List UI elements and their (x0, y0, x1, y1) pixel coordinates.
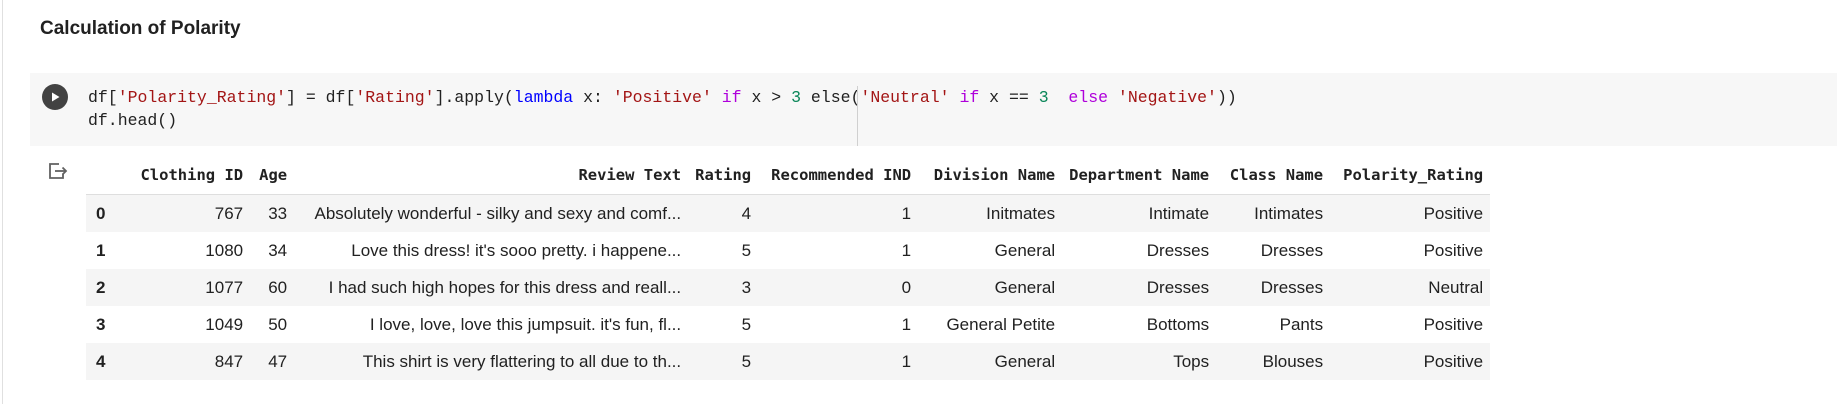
table-cell: 1077 (205, 277, 244, 297)
table-cell: I had such high hopes for this dress and… (328, 277, 682, 297)
table-cell: 5 (741, 314, 752, 334)
table-cell: 4 (741, 203, 752, 223)
table-cell: 33 (268, 203, 288, 223)
table-cell: Bottoms (1146, 314, 1210, 334)
table-cell: 1 (901, 203, 912, 223)
table-cell: 60 (268, 277, 288, 297)
table-row: 3 1049 50 I love, love, love this jumpsu… (86, 306, 1491, 343)
table-cell: 5 (741, 351, 752, 371)
dataframe-output-table: Clothing ID Age Review Text Rating Recom… (86, 156, 1491, 380)
table-cell: 47 (268, 351, 288, 371)
table-cell: Intimates (1254, 203, 1324, 223)
table-cell: General (994, 351, 1056, 371)
table-cell: 1 (901, 314, 912, 334)
column-header: Rating (688, 156, 759, 195)
column-header: Recommended IND (758, 156, 919, 195)
play-icon (52, 92, 60, 102)
code-editor[interactable]: df['Polarity_Rating'] = df['Rating'].app… (88, 86, 1237, 132)
table-cell: Positive (1423, 240, 1484, 260)
table-row: 2 1077 60 I had such high hopes for this… (86, 269, 1491, 306)
column-header: Department Name (1062, 156, 1217, 195)
table-cell: 847 (214, 351, 244, 371)
table-cell: This shirt is very flattering to all due… (362, 351, 682, 371)
table-cell: 767 (214, 203, 244, 223)
column-header: Review Text (294, 156, 689, 195)
column-header: Clothing ID (133, 156, 251, 195)
table-cell: Positive (1423, 351, 1484, 371)
table-cell: Tops (1173, 351, 1210, 371)
row-index: 1 (96, 240, 106, 260)
row-index: 2 (96, 277, 106, 297)
column-header: Age (250, 156, 295, 195)
table-row: 0 767 33 Absolutely wonderful - silky an… (86, 194, 1491, 232)
row-index: 3 (96, 314, 106, 334)
table-cell: General Petite (946, 314, 1056, 334)
table-cell: 5 (741, 240, 752, 260)
table-cell: 1049 (205, 314, 244, 334)
table-cell: I love, love, love this jumpsuit. it's f… (369, 314, 682, 334)
table-row: 1 1080 34 Love this dress! it's sooo pre… (86, 232, 1491, 269)
table-cell: 1 (901, 351, 912, 371)
table-cell: Dresses (1146, 277, 1210, 297)
table-cell: Dresses (1146, 240, 1210, 260)
column-header: Polarity_Rating (1330, 156, 1491, 195)
table-cell: Love this dress! it's sooo pretty. i hap… (351, 240, 682, 260)
table-cell: 3 (741, 277, 752, 297)
table-cell: 1080 (205, 240, 244, 260)
section-heading: Calculation of Polarity (40, 18, 241, 39)
text-cursor (857, 86, 858, 146)
code-line-1: df['Polarity_Rating'] = df['Rating'].app… (88, 88, 1237, 107)
table-cell: General (994, 277, 1056, 297)
table-cell: Positive (1423, 203, 1484, 223)
output-redirect-icon[interactable] (47, 160, 69, 182)
table-cell: Intimate (1148, 203, 1210, 223)
table-cell: Blouses (1262, 351, 1324, 371)
table-cell: 50 (268, 314, 288, 334)
table-cell: 34 (268, 240, 288, 260)
table-cell: Positive (1423, 314, 1484, 334)
table-cell: Pants (1279, 314, 1324, 334)
table-cell: Initmates (986, 203, 1056, 223)
table-cell: Neutral (1428, 277, 1484, 297)
table-cell: 1 (901, 240, 912, 260)
table-cell: 0 (901, 277, 912, 297)
index-header (86, 156, 134, 195)
table-cell: Absolutely wonderful - silky and sexy an… (314, 203, 682, 223)
table-header-row: Clothing ID Age Review Text Rating Recom… (86, 156, 1491, 195)
table-cell: Dresses (1260, 277, 1324, 297)
row-index: 0 (96, 203, 106, 223)
table-row: 4 847 47 This shirt is very flattering t… (86, 343, 1491, 380)
table-cell: General (994, 240, 1056, 260)
notebook-left-border (2, 0, 3, 404)
column-header: Division Name (918, 156, 1063, 195)
code-line-2: df.head() (88, 111, 178, 130)
column-header: Class Name (1216, 156, 1331, 195)
run-cell-button[interactable] (42, 84, 68, 110)
row-index: 4 (96, 351, 106, 371)
table-cell: Dresses (1260, 240, 1324, 260)
